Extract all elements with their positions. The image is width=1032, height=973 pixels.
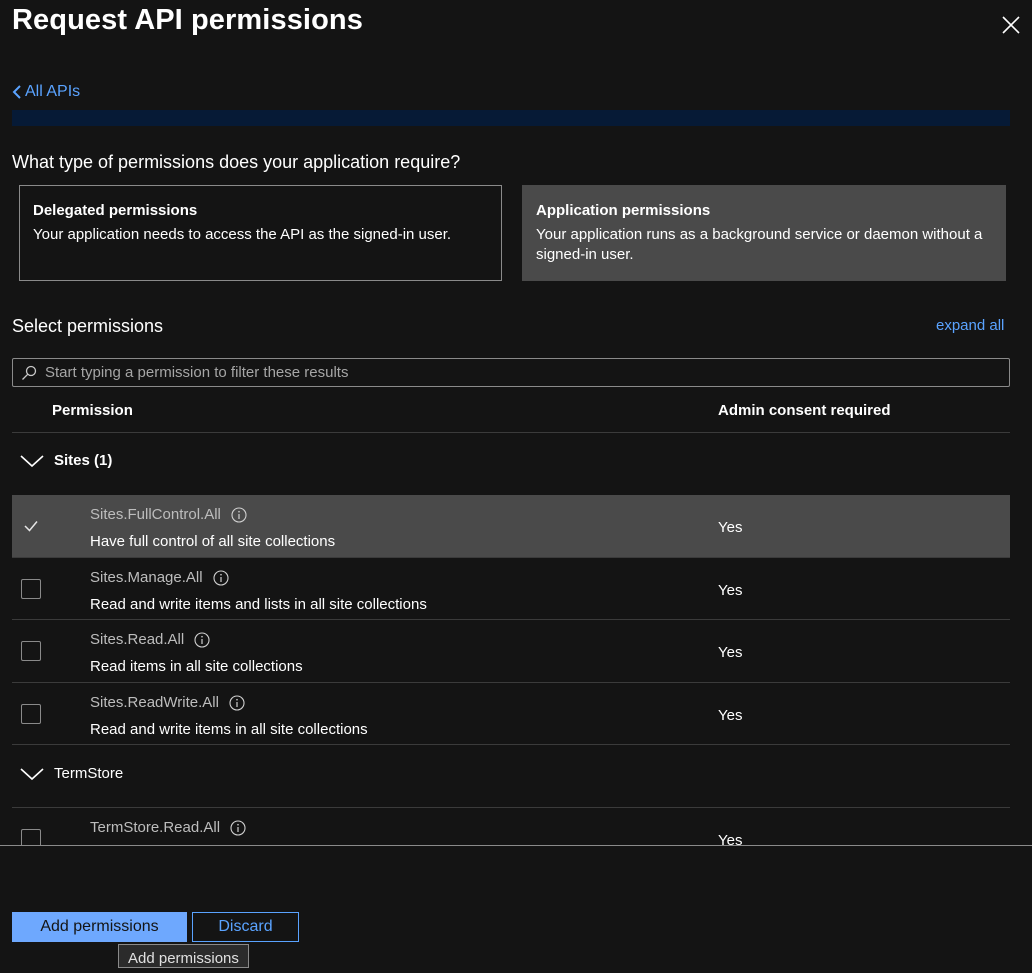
application-description: Your application runs as a background se… bbox=[536, 226, 983, 263]
permission-search-box bbox=[12, 358, 1010, 387]
search-icon bbox=[22, 365, 37, 380]
group-termstore-label: TermStore bbox=[54, 765, 124, 782]
discard-button[interactable]: Discard bbox=[192, 912, 299, 942]
column-header-permission: Permission bbox=[52, 402, 133, 419]
permission-description: Have full control of all site collection… bbox=[90, 533, 336, 550]
permission-row[interactable]: Sites.Manage.All Read and write items an… bbox=[12, 558, 1010, 620]
permission-checkbox[interactable] bbox=[21, 579, 41, 599]
permission-name-text: Sites.FullControl.All bbox=[90, 506, 221, 523]
delegated-permissions-card[interactable]: Delegated permissions Your application n… bbox=[19, 185, 502, 281]
select-permissions-heading: Select permissions bbox=[12, 316, 164, 336]
permission-name-text: Sites.Manage.All bbox=[90, 569, 203, 586]
delegated-title: Delegated permissions bbox=[33, 202, 198, 219]
chevron-down-icon bbox=[20, 767, 44, 780]
permission-name: Sites.FullControl.All bbox=[90, 506, 247, 523]
chevron-left-icon bbox=[12, 85, 21, 99]
info-icon[interactable] bbox=[229, 694, 245, 711]
all-apis-label: All APIs bbox=[25, 83, 81, 100]
admin-consent-value: Yes bbox=[718, 644, 743, 661]
close-icon bbox=[1002, 16, 1020, 34]
application-permissions-card[interactable]: Application permissions Your application… bbox=[522, 185, 1006, 281]
info-icon[interactable] bbox=[194, 631, 210, 648]
permission-checkbox[interactable] bbox=[21, 516, 41, 536]
row-divider bbox=[12, 744, 1010, 745]
permission-name-text: TermStore.Read.All bbox=[90, 819, 221, 836]
permission-row[interactable]: Sites.Read.All Read items in all site co… bbox=[12, 620, 1010, 682]
permission-row[interactable]: Sites.FullControl.All Have full control … bbox=[12, 495, 1010, 557]
permission-name: Sites.Manage.All bbox=[90, 569, 229, 586]
permission-row[interactable]: Sites.ReadWrite.All Read and write items… bbox=[12, 683, 1010, 745]
chevron-down-icon bbox=[20, 454, 44, 467]
permission-description: Read and write items and lists in all si… bbox=[90, 596, 427, 613]
panel-title: Request API permissions bbox=[12, 4, 363, 36]
permission-description: Read and write items in all site collect… bbox=[90, 721, 368, 738]
group-sites-label: Sites (1) bbox=[54, 452, 113, 469]
info-icon[interactable] bbox=[231, 506, 247, 523]
permission-name-text: Sites.ReadWrite.All bbox=[90, 694, 219, 711]
checkmark-icon bbox=[24, 521, 38, 532]
api-info-bar bbox=[12, 110, 1010, 126]
all-apis-link[interactable]: All APIs bbox=[12, 83, 80, 101]
column-header-admin-consent: Admin consent required bbox=[718, 402, 891, 419]
header-divider bbox=[12, 432, 1010, 433]
permission-description: Read items in all site collections bbox=[90, 658, 303, 675]
add-permissions-button[interactable]: Add permissions bbox=[12, 912, 187, 942]
admin-consent-value: Yes bbox=[718, 707, 743, 724]
group-termstore-toggle[interactable]: TermStore bbox=[20, 765, 123, 782]
admin-consent-value: Yes bbox=[718, 519, 743, 536]
permission-checkbox[interactable] bbox=[21, 704, 41, 724]
expand-all-link[interactable]: expand all bbox=[936, 317, 1004, 334]
permission-name-text: Sites.Read.All bbox=[90, 631, 185, 648]
admin-consent-value: Yes bbox=[718, 582, 743, 599]
permission-checkbox[interactable] bbox=[21, 641, 41, 661]
info-icon[interactable] bbox=[230, 819, 246, 836]
permission-type-question: What type of permissions does your appli… bbox=[12, 152, 461, 172]
permission-name: Sites.ReadWrite.All bbox=[90, 694, 245, 711]
info-icon[interactable] bbox=[213, 569, 229, 586]
application-title: Application permissions bbox=[536, 202, 711, 219]
close-button[interactable] bbox=[998, 12, 1024, 38]
permission-name: TermStore.Read.All bbox=[90, 819, 246, 836]
add-permissions-tooltip: Add permissions bbox=[118, 944, 249, 968]
footer-divider bbox=[0, 845, 1032, 846]
delegated-description: Your application needs to access the API… bbox=[33, 226, 452, 243]
group-sites-toggle[interactable]: Sites (1) bbox=[20, 452, 112, 469]
permission-name: Sites.Read.All bbox=[90, 631, 210, 648]
permission-search-input[interactable] bbox=[43, 363, 987, 382]
